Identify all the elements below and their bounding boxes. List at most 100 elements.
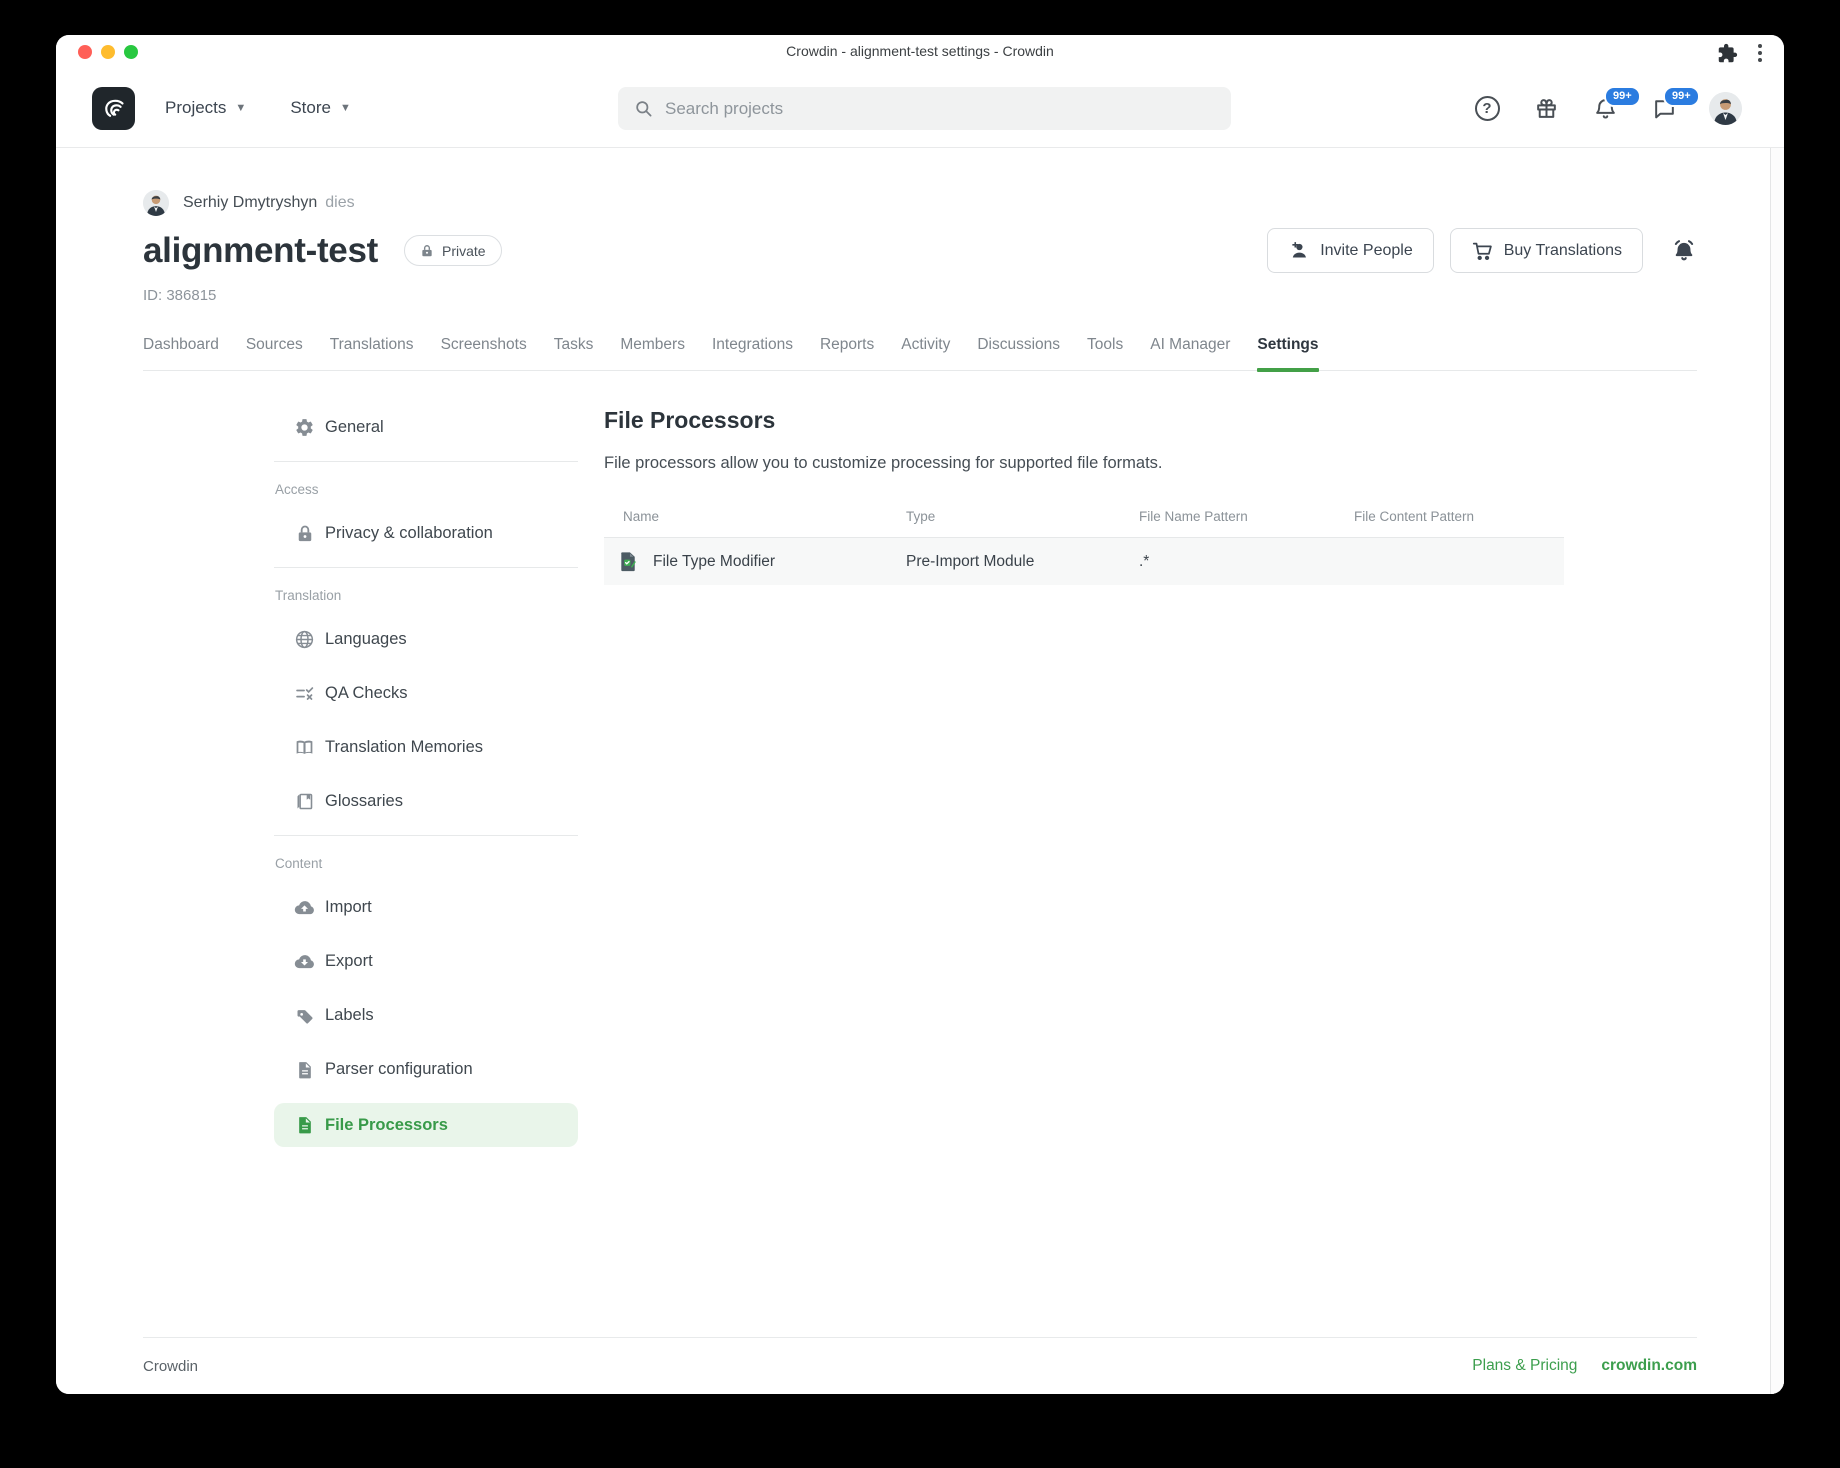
search-placeholder: Search projects [665,99,783,119]
document-icon [294,1059,315,1080]
search-input[interactable]: Search projects [618,87,1231,130]
crowdin-logo-icon[interactable] [92,87,135,130]
tab-activity[interactable]: Activity [901,336,950,370]
sidebar-item-general[interactable]: General [274,407,578,448]
gear-icon [294,417,315,438]
qa-checks-icon [294,683,315,704]
browser-window: Crowdin - alignment-test settings - Crow… [56,35,1784,1394]
tab-members[interactable]: Members [620,336,685,370]
column-file-content-pattern: File Content Pattern [1354,509,1564,524]
sidebar-section-content: Content [274,856,578,871]
extensions-puzzle-icon[interactable] [1717,43,1738,64]
tab-dashboard[interactable]: Dashboard [143,336,219,370]
tab-reports[interactable]: Reports [820,336,874,370]
notifications-badge: 99+ [1604,86,1641,107]
footer-brand: Crowdin [143,1358,198,1375]
sidebar-section-access: Access [274,482,578,497]
page-footer: Crowdin Plans & Pricing crowdin.com [143,1337,1697,1394]
user-avatar[interactable] [1709,92,1742,125]
buy-translations-label: Buy Translations [1504,242,1622,260]
browser-menu-icon[interactable] [1756,42,1764,64]
tab-settings-label: Settings [1257,336,1318,353]
table-header: Name Type File Name Pattern File Content… [604,501,1564,538]
row-file-name-pattern: .* [1139,553,1354,571]
project-owner-row: Serhiy Dmytryshyn dies [143,190,1697,216]
sidebar-item-label: QA Checks [325,684,408,703]
buy-translations-button[interactable]: Buy Translations [1450,228,1643,273]
sidebar-divider [274,567,578,568]
file-processors-panel: File Processors File processors allow yo… [604,407,1697,1337]
column-type: Type [906,509,1139,524]
messages-chat-icon[interactable]: 99+ [1650,95,1678,123]
sidebar-section-translation: Translation [274,588,578,603]
settings-sidebar: General Access Privacy & collaboration T… [143,407,578,1337]
sidebar-item-label: Translation Memories [325,738,483,757]
invite-people-button[interactable]: Invite People [1267,228,1434,273]
cart-icon [1471,240,1493,262]
file-processors-table: Name Type File Name Pattern File Content… [604,501,1564,585]
crowdin-site-link[interactable]: crowdin.com [1601,1357,1697,1375]
sidebar-item-translation-memories[interactable]: Translation Memories [274,727,578,768]
help-icon[interactable]: ? [1473,95,1501,123]
tab-screenshots[interactable]: Screenshots [441,336,527,370]
store-menu[interactable]: Store ▼ [290,98,351,118]
sidebar-item-file-processors[interactable]: File Processors [274,1103,578,1147]
scrollbar[interactable] [1770,148,1784,1394]
page-title: File Processors [604,407,1697,434]
sidebar-item-label: Export [325,952,373,971]
lock-icon [420,244,434,258]
sidebar-item-label: Parser configuration [325,1060,473,1079]
project-notifications-bell-icon[interactable] [1671,238,1697,264]
plans-pricing-link[interactable]: Plans & Pricing [1472,1357,1577,1375]
sidebar-item-labels[interactable]: Labels [274,995,578,1036]
sidebar-item-privacy-collaboration[interactable]: Privacy & collaboration [274,513,578,554]
active-tab-indicator [1257,368,1318,372]
window-title: Crowdin - alignment-test settings - Crow… [56,43,1784,59]
person-add-icon [1288,240,1309,261]
invite-people-label: Invite People [1320,242,1413,260]
sidebar-item-languages[interactable]: Languages [274,619,578,660]
cloud-upload-icon [294,897,315,918]
notifications-bell-icon[interactable]: 99+ [1591,95,1619,123]
projects-menu[interactable]: Projects ▼ [165,98,246,118]
tab-translations[interactable]: Translations [330,336,414,370]
cloud-download-icon [294,951,315,972]
sidebar-item-import[interactable]: Import [274,887,578,928]
open-book-icon [294,737,315,758]
visibility-label: Private [442,243,486,259]
table-row[interactable]: File Type Modifier Pre-Import Module .* [604,538,1564,585]
tab-settings[interactable]: Settings [1257,336,1318,370]
sidebar-item-qa-checks[interactable]: QA Checks [274,673,578,714]
column-name: Name [604,509,906,524]
sidebar-divider [274,835,578,836]
chevron-down-icon: ▼ [340,102,351,114]
row-name: File Type Modifier [653,553,775,571]
sidebar-item-label: General [325,418,384,437]
tab-discussions[interactable]: Discussions [977,336,1060,370]
project-name: alignment-test [143,231,378,271]
tab-ai-manager[interactable]: AI Manager [1150,336,1230,370]
owner-suffix-text: dies [325,194,354,212]
store-menu-label: Store [290,98,331,118]
project-title-row: alignment-test Private Invite People Buy… [143,228,1697,273]
gift-icon[interactable] [1532,95,1560,123]
tab-tasks[interactable]: Tasks [554,336,594,370]
sidebar-item-export[interactable]: Export [274,941,578,982]
tab-integrations[interactable]: Integrations [712,336,793,370]
tab-tools[interactable]: Tools [1087,336,1123,370]
page-content: Serhiy Dmytryshyn dies alignment-test Pr… [56,148,1784,1394]
owner-name-link[interactable]: Serhiy Dmytryshyn [183,194,317,212]
search-icon [634,99,653,118]
lock-icon [294,523,315,544]
tab-sources[interactable]: Sources [246,336,303,370]
app-toolbar: Projects ▼ Store ▼ Search projects ? 99+ [56,69,1784,148]
visibility-badge: Private [404,235,502,266]
sidebar-item-glossaries[interactable]: Glossaries [274,781,578,822]
sidebar-item-label: Languages [325,630,407,649]
tag-icon [294,1005,315,1026]
glossary-icon [294,791,315,812]
sidebar-item-label: Glossaries [325,792,403,811]
owner-avatar[interactable] [143,190,169,216]
sidebar-item-parser-configuration[interactable]: Parser configuration [274,1049,578,1090]
page-description: File processors allow you to customize p… [604,454,1697,473]
